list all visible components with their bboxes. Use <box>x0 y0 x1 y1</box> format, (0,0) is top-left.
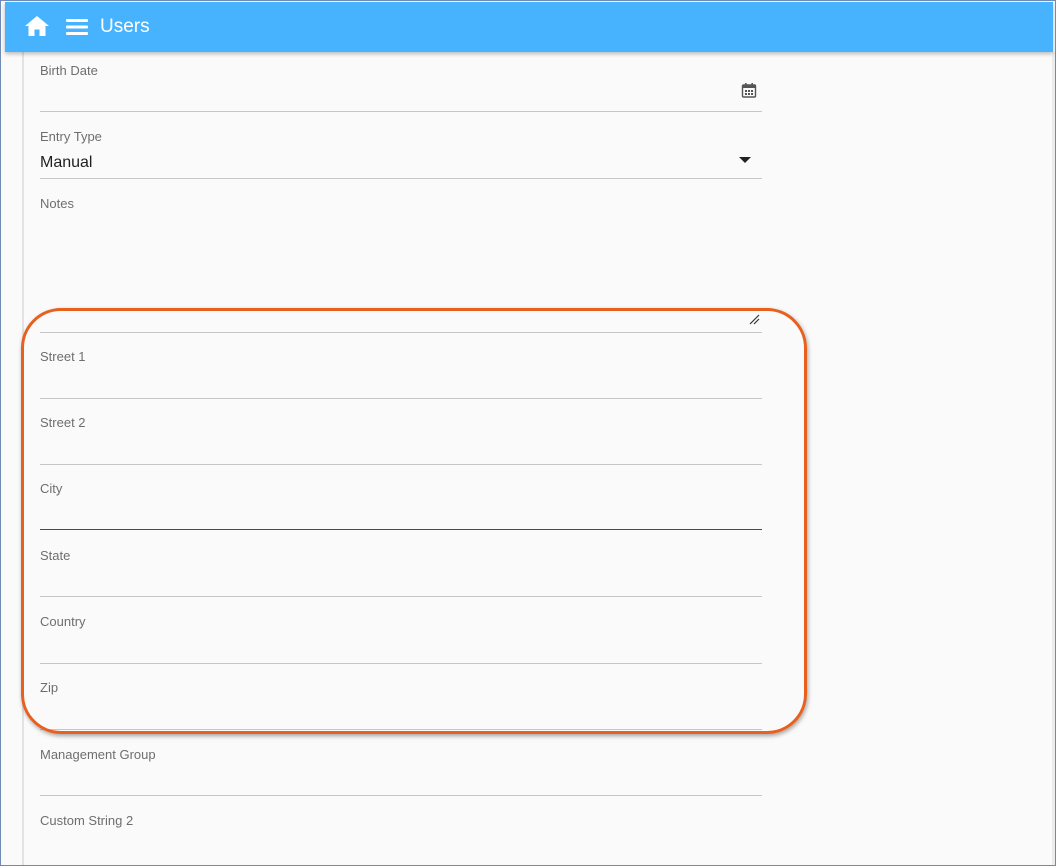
city-underline <box>40 529 762 530</box>
state-field[interactable]: State <box>40 548 762 600</box>
page-title: Users <box>100 16 150 37</box>
city-label: City <box>40 481 63 496</box>
management-group-underline <box>40 795 762 796</box>
entry-type-value: Manual <box>40 154 93 171</box>
management-group-field[interactable]: Management Group <box>40 747 762 799</box>
street1-underline <box>40 398 762 399</box>
home-icon[interactable] <box>24 14 50 38</box>
state-label: State <box>40 548 71 563</box>
entry-type-label: Entry Type <box>40 129 102 144</box>
birth-date-field[interactable]: Birth Date <box>40 63 762 113</box>
custom-string-2-label: Custom String 2 <box>40 813 134 828</box>
notes-textarea[interactable]: Notes <box>40 196 762 336</box>
street2-label: Street 2 <box>40 415 86 430</box>
zip-label: Zip <box>40 680 59 695</box>
resize-handle-icon[interactable] <box>749 314 760 325</box>
scrollbar-track[interactable] <box>1052 52 1055 865</box>
street2-field[interactable]: Street 2 <box>40 415 762 467</box>
zip-underline <box>40 729 762 730</box>
hamburger-menu-icon[interactable] <box>63 16 91 38</box>
country-field[interactable]: Country <box>40 614 762 666</box>
birth-date-underline <box>40 111 762 112</box>
state-underline <box>40 596 762 597</box>
street2-underline <box>40 464 762 465</box>
entry-type-select[interactable]: Entry Type Manual <box>40 129 762 181</box>
birth-date-label: Birth Date <box>40 63 98 78</box>
dropdown-arrow-icon[interactable] <box>739 157 751 163</box>
street1-label: Street 1 <box>40 349 86 364</box>
zip-field[interactable]: Zip <box>40 680 762 732</box>
entry-type-underline <box>40 178 762 179</box>
city-field[interactable]: City <box>40 481 762 533</box>
app-window: Users Birth Date Entry Type Manual Notes <box>0 0 1056 866</box>
app-header: Users <box>5 2 1053 52</box>
calendar-icon[interactable] <box>741 82 757 98</box>
notes-label: Notes <box>40 196 74 211</box>
custom-string-2-field[interactable]: Custom String 2 <box>40 813 762 865</box>
country-label: Country <box>40 614 86 629</box>
notes-underline <box>40 332 762 333</box>
content-left-border <box>22 52 24 865</box>
management-group-label: Management Group <box>40 747 156 762</box>
country-underline <box>40 663 762 664</box>
street1-field[interactable]: Street 1 <box>40 349 762 401</box>
